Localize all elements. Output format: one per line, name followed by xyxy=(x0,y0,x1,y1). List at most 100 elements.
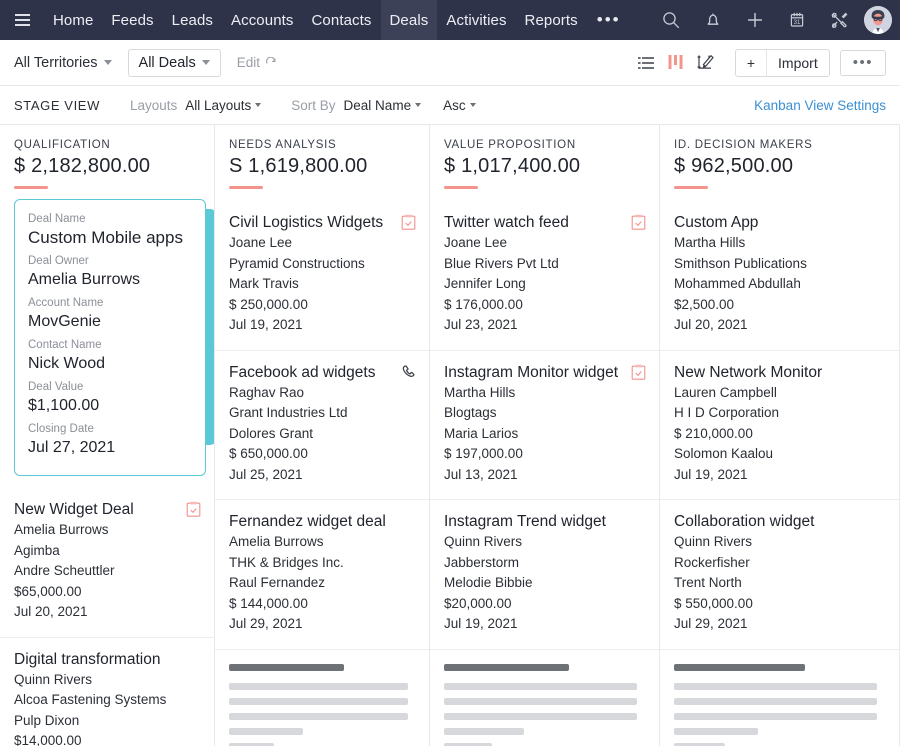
nav-item-home[interactable]: Home xyxy=(44,0,102,40)
sort-by-label: Sort By xyxy=(291,97,336,113)
deal-card-field: Quinn Rivers xyxy=(444,534,523,549)
skeleton-line xyxy=(674,727,759,735)
deal-card-field: Blue Rivers Pvt Ltd xyxy=(444,255,559,271)
deal-card-title: Digital transformation xyxy=(14,650,161,668)
deal-card-field: Quinn Rivers xyxy=(674,534,753,549)
field-value-closing-date: Jul 27, 2021 xyxy=(28,439,116,456)
deal-card[interactable]: Civil Logistics Widgets Joane Lee Pyramid … xyxy=(215,201,429,350)
deal-card-field: $ 197,000.00 xyxy=(444,446,523,461)
deal-card-field: Jul 29, 2021 xyxy=(674,616,748,631)
deal-card-skeleton xyxy=(430,648,659,746)
deal-card[interactable]: Collaboration widget Quinn Rivers Rockerfi… xyxy=(660,499,899,649)
territory-filter-dropdown[interactable]: All Territories xyxy=(14,55,112,71)
deal-card[interactable]: New Widget Deal Amelia Burrows Agimba Andre… xyxy=(0,488,214,637)
skeleton-line xyxy=(674,697,877,705)
deal-card[interactable]: Custom App Martha Hills Smithson Publicati… xyxy=(660,201,899,350)
deal-card-field: Mark Travis xyxy=(229,276,299,291)
chevron-down-icon xyxy=(415,103,422,107)
field-label-account-name: Account Name xyxy=(28,297,104,309)
deal-card-title: Twitter watch feed xyxy=(444,214,569,231)
deal-card-title: New Widget Deal xyxy=(14,501,134,518)
nav-item-deals[interactable]: Deals xyxy=(380,0,438,40)
sort-by-dropdown[interactable]: Deal Name xyxy=(344,98,422,113)
phone-call-icon[interactable] xyxy=(401,364,417,380)
deal-card[interactable]: Instagram Monitor widget Martha Hills Blog… xyxy=(430,349,659,499)
add-icon[interactable] xyxy=(736,1,774,39)
deal-card-field: Agimba xyxy=(14,542,60,558)
column-total-amount: $ 1,017,400.00 xyxy=(444,155,581,177)
field-value-deal-value: $1,100.00 xyxy=(28,397,100,414)
nav-overflow-icon[interactable]: ••• xyxy=(587,0,631,40)
task-clipboard-icon[interactable] xyxy=(631,214,647,230)
kanban-view-icon[interactable] xyxy=(663,48,689,78)
deal-card[interactable]: New Network Monitor Lauren Campbell H I D … xyxy=(660,349,899,499)
deal-card-field: $ 176,000.00 xyxy=(444,296,523,312)
task-clipboard-icon[interactable] xyxy=(631,364,647,380)
skeleton-line xyxy=(229,682,408,690)
task-clipboard-icon[interactable] xyxy=(186,501,202,517)
nav-item-leads[interactable]: Leads xyxy=(163,0,222,40)
skeleton-line xyxy=(444,682,637,690)
deal-card-field: $20,000.00 xyxy=(444,595,512,611)
deal-card-field: Maria Larios xyxy=(444,425,519,441)
toolbar-more-button[interactable]: ••• xyxy=(839,49,886,76)
nav-item-accounts[interactable]: Accounts xyxy=(222,0,303,40)
column-total-amount: $ 962,500.00 xyxy=(674,155,794,177)
nav-item-reports[interactable]: Reports xyxy=(516,0,587,40)
import-button[interactable]: Import xyxy=(766,49,829,76)
deal-card[interactable]: Digital transformation Quinn Rivers Alcoa … xyxy=(0,636,214,746)
search-icon[interactable] xyxy=(652,1,690,39)
sort-order-dropdown[interactable]: Asc xyxy=(443,98,476,113)
canvas-view-icon[interactable] xyxy=(693,48,719,78)
task-clipboard-icon[interactable] xyxy=(401,214,417,230)
deal-card[interactable]: Facebook ad widgets Raghav Rao Grant Indus… xyxy=(215,349,429,499)
deal-card-field: Raul Fernandez xyxy=(229,575,326,590)
deal-card-field: Alcoa Fastening Systems xyxy=(14,692,167,707)
view-filter-dropdown[interactable]: All Deals xyxy=(127,48,221,77)
deal-card[interactable]: Fernandez widget deal Amelia Burrows THK &… xyxy=(215,499,429,649)
deal-card-field: $ 210,000.00 xyxy=(674,425,753,441)
column-card-list: Twitter watch feed Joane Lee Blue Rivers P… xyxy=(430,201,659,746)
deal-card-field: Jul 20, 2021 xyxy=(14,604,88,619)
refresh-icon xyxy=(266,56,276,64)
deal-card-title: Civil Logistics Widgets xyxy=(229,214,384,231)
nav-right-group: 31 xyxy=(652,0,892,40)
highlighted-deal-card[interactable]: Deal Name Custom Mobile apps Deal Owner Ame… xyxy=(14,199,206,476)
column-accent-rule xyxy=(444,186,478,189)
deal-card-field: Andre Scheuttler xyxy=(14,563,115,578)
calendar-icon[interactable]: 31 xyxy=(778,1,816,39)
list-view-icon[interactable] xyxy=(633,48,659,78)
deal-card-field: Trent North xyxy=(674,575,742,590)
deal-card[interactable]: Instagram Trend widget Quinn Rivers Jabber… xyxy=(430,499,659,649)
deal-card-field: Pyramid Constructions xyxy=(229,255,365,271)
toolbar-right-group: + Import ••• xyxy=(631,40,886,85)
nav-item-feeds[interactable]: Feeds xyxy=(102,0,162,40)
deal-card-field: Amelia Burrows xyxy=(229,534,324,549)
kanban-view-settings-link[interactable]: Kanban View Settings xyxy=(754,98,886,113)
deal-card-field: Raghav Rao xyxy=(229,384,305,400)
column-accent-rule xyxy=(229,186,263,189)
field-value-account-name: MovGenie xyxy=(28,313,101,330)
user-avatar[interactable] xyxy=(864,6,892,34)
setup-tools-icon[interactable] xyxy=(820,1,858,39)
column-accent-rule xyxy=(14,186,48,189)
chevron-down-icon xyxy=(201,60,210,65)
deal-card[interactable]: Twitter watch feed Joane Lee Blue Rivers P… xyxy=(430,201,659,350)
layouts-dropdown[interactable]: All Layouts xyxy=(185,98,262,113)
skeleton-line xyxy=(674,742,725,746)
deal-card-field: Dolores Grant xyxy=(229,425,314,441)
deal-card-field: Jul 19, 2021 xyxy=(674,466,748,482)
hamburger-menu-icon[interactable] xyxy=(0,0,44,40)
deal-card-field: Jabberstorm xyxy=(444,554,520,570)
notifications-bell-icon[interactable] xyxy=(694,1,732,39)
skeleton-line xyxy=(674,712,877,720)
skeleton-line xyxy=(444,712,637,720)
sort-by-value: Deal Name xyxy=(343,97,412,113)
skeleton-title xyxy=(444,663,569,671)
skeleton-line xyxy=(229,712,408,720)
column-card-list: Civil Logistics Widgets Joane Lee Pyramid … xyxy=(215,201,429,746)
edit-view-button[interactable]: Edit xyxy=(237,55,277,70)
nav-item-contacts[interactable]: Contacts xyxy=(303,0,381,40)
nav-item-activities[interactable]: Activities xyxy=(437,0,515,40)
add-deal-button[interactable]: + xyxy=(736,50,766,76)
